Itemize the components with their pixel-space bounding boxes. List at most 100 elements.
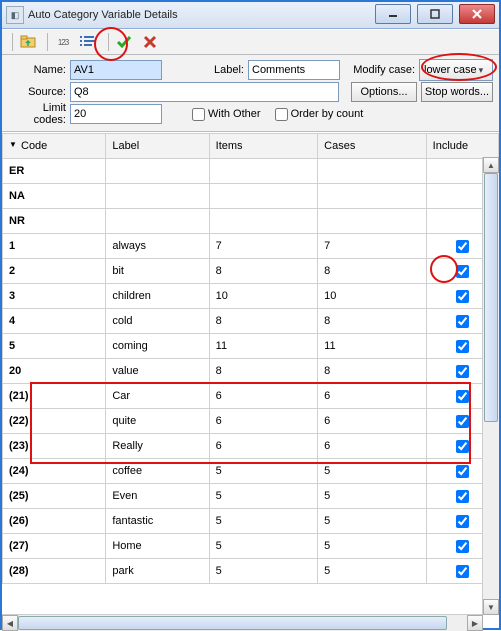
scroll-down-icon[interactable]: ▼ xyxy=(483,599,499,615)
cases-cell: 10 xyxy=(318,284,427,309)
col-label[interactable]: Label xyxy=(106,134,209,159)
window-title: Auto Category Variable Details xyxy=(28,9,178,21)
label-cell[interactable]: value xyxy=(106,359,209,384)
include-checkbox[interactable] xyxy=(456,565,469,578)
app-icon: ◧ xyxy=(6,6,24,24)
include-checkbox[interactable] xyxy=(456,340,469,353)
options-button[interactable]: Options... xyxy=(351,82,417,102)
scroll-right-icon[interactable]: ▶ xyxy=(467,615,483,631)
order-by-count-checkbox[interactable]: Order by count xyxy=(275,108,364,121)
table-row[interactable]: 3children1010 xyxy=(3,284,499,309)
items-cell: 5 xyxy=(209,559,318,584)
label-cell[interactable]: quite xyxy=(106,409,209,434)
code-cell: (23) xyxy=(3,434,106,459)
include-checkbox[interactable] xyxy=(456,490,469,503)
label-cell[interactable]: coffee xyxy=(106,459,209,484)
cases-cell xyxy=(318,209,427,234)
include-checkbox[interactable] xyxy=(456,390,469,403)
name-input[interactable] xyxy=(70,60,162,80)
include-checkbox[interactable] xyxy=(456,290,469,303)
table-row[interactable]: 2bit88 xyxy=(3,259,499,284)
modify-case-select[interactable]: lower case ▾ xyxy=(419,59,493,81)
include-checkbox[interactable] xyxy=(456,515,469,528)
label-cell[interactable]: cold xyxy=(106,309,209,334)
label-cell[interactable]: always xyxy=(106,234,209,259)
table-row[interactable]: (26)fantastic55 xyxy=(3,509,499,534)
label-cell[interactable]: Car xyxy=(106,384,209,409)
code-cell: 2 xyxy=(3,259,106,284)
table-row[interactable]: (28)park55 xyxy=(3,559,499,584)
include-checkbox[interactable] xyxy=(456,465,469,478)
toolbar: 123 xyxy=(2,29,499,55)
with-other-checkbox[interactable]: With Other xyxy=(192,108,261,121)
cases-cell: 8 xyxy=(318,309,427,334)
vertical-scrollbar[interactable]: ▲ ▼ xyxy=(482,157,499,615)
label-input[interactable] xyxy=(248,60,340,80)
col-cases[interactable]: Cases xyxy=(318,134,427,159)
label-cell[interactable]: fantastic xyxy=(106,509,209,534)
col-include[interactable]: Include xyxy=(426,134,498,159)
include-checkbox[interactable] xyxy=(456,365,469,378)
include-checkbox[interactable] xyxy=(456,265,469,278)
word-mode-icon[interactable] xyxy=(78,32,100,52)
up-folder-icon[interactable] xyxy=(17,32,39,52)
scroll-up-icon[interactable]: ▲ xyxy=(483,157,499,173)
maximize-button[interactable] xyxy=(417,4,453,24)
cases-cell: 5 xyxy=(318,459,427,484)
data-grid[interactable]: ▼Code Label Items Cases Include ERNANR1a… xyxy=(2,133,499,584)
scroll-thumb-v[interactable] xyxy=(484,173,498,422)
table-row[interactable]: NA xyxy=(3,184,499,209)
table-row[interactable]: (22)quite66 xyxy=(3,409,499,434)
label-cell[interactable] xyxy=(106,184,209,209)
source-input[interactable] xyxy=(70,82,339,102)
include-checkbox[interactable] xyxy=(456,415,469,428)
label-cell[interactable]: children xyxy=(106,284,209,309)
name-label: Name: xyxy=(8,64,66,76)
table-row[interactable]: (21)Car66 xyxy=(3,384,499,409)
label-cell[interactable] xyxy=(106,159,209,184)
items-cell: 5 xyxy=(209,484,318,509)
include-checkbox[interactable] xyxy=(456,240,469,253)
items-cell: 5 xyxy=(209,534,318,559)
limitcodes-input[interactable] xyxy=(70,104,162,124)
cases-cell: 5 xyxy=(318,509,427,534)
scroll-left-icon[interactable]: ◀ xyxy=(2,615,18,631)
table-row[interactable]: 5coming1111 xyxy=(3,334,499,359)
table-row[interactable]: 1always77 xyxy=(3,234,499,259)
stopwords-button[interactable]: Stop words... xyxy=(421,82,493,102)
code-cell: 3 xyxy=(3,284,106,309)
label-cell[interactable]: Home xyxy=(106,534,209,559)
table-row[interactable]: (25)Even55 xyxy=(3,484,499,509)
include-checkbox[interactable] xyxy=(456,540,469,553)
code-cell: (21) xyxy=(3,384,106,409)
table-row[interactable]: (27)Home55 xyxy=(3,534,499,559)
minimize-button[interactable] xyxy=(375,4,411,24)
items-cell: 6 xyxy=(209,384,318,409)
horizontal-scrollbar[interactable]: ◀ ▶ xyxy=(2,614,483,631)
label-cell[interactable]: park xyxy=(106,559,209,584)
source-label: Source: xyxy=(8,86,66,98)
cancel-icon[interactable] xyxy=(139,32,161,52)
numbers-mode-icon[interactable]: 123 xyxy=(52,32,74,52)
label-cell[interactable] xyxy=(106,209,209,234)
cases-cell xyxy=(318,159,427,184)
label-cell[interactable]: Really xyxy=(106,434,209,459)
table-row[interactable]: 20value88 xyxy=(3,359,499,384)
include-checkbox[interactable] xyxy=(456,315,469,328)
items-cell: 5 xyxy=(209,509,318,534)
include-checkbox[interactable] xyxy=(456,440,469,453)
table-row[interactable]: ER xyxy=(3,159,499,184)
scroll-thumb-h[interactable] xyxy=(18,616,447,630)
table-row[interactable]: (23)Really66 xyxy=(3,434,499,459)
close-button[interactable] xyxy=(459,4,495,24)
label-cell[interactable]: bit xyxy=(106,259,209,284)
col-items[interactable]: Items xyxy=(209,134,318,159)
cases-cell: 6 xyxy=(318,384,427,409)
col-code[interactable]: ▼Code xyxy=(3,134,106,159)
table-row[interactable]: NR xyxy=(3,209,499,234)
label-cell[interactable]: coming xyxy=(106,334,209,359)
label-cell[interactable]: Even xyxy=(106,484,209,509)
accept-icon[interactable] xyxy=(113,32,135,52)
table-row[interactable]: 4cold88 xyxy=(3,309,499,334)
table-row[interactable]: (24)coffee55 xyxy=(3,459,499,484)
